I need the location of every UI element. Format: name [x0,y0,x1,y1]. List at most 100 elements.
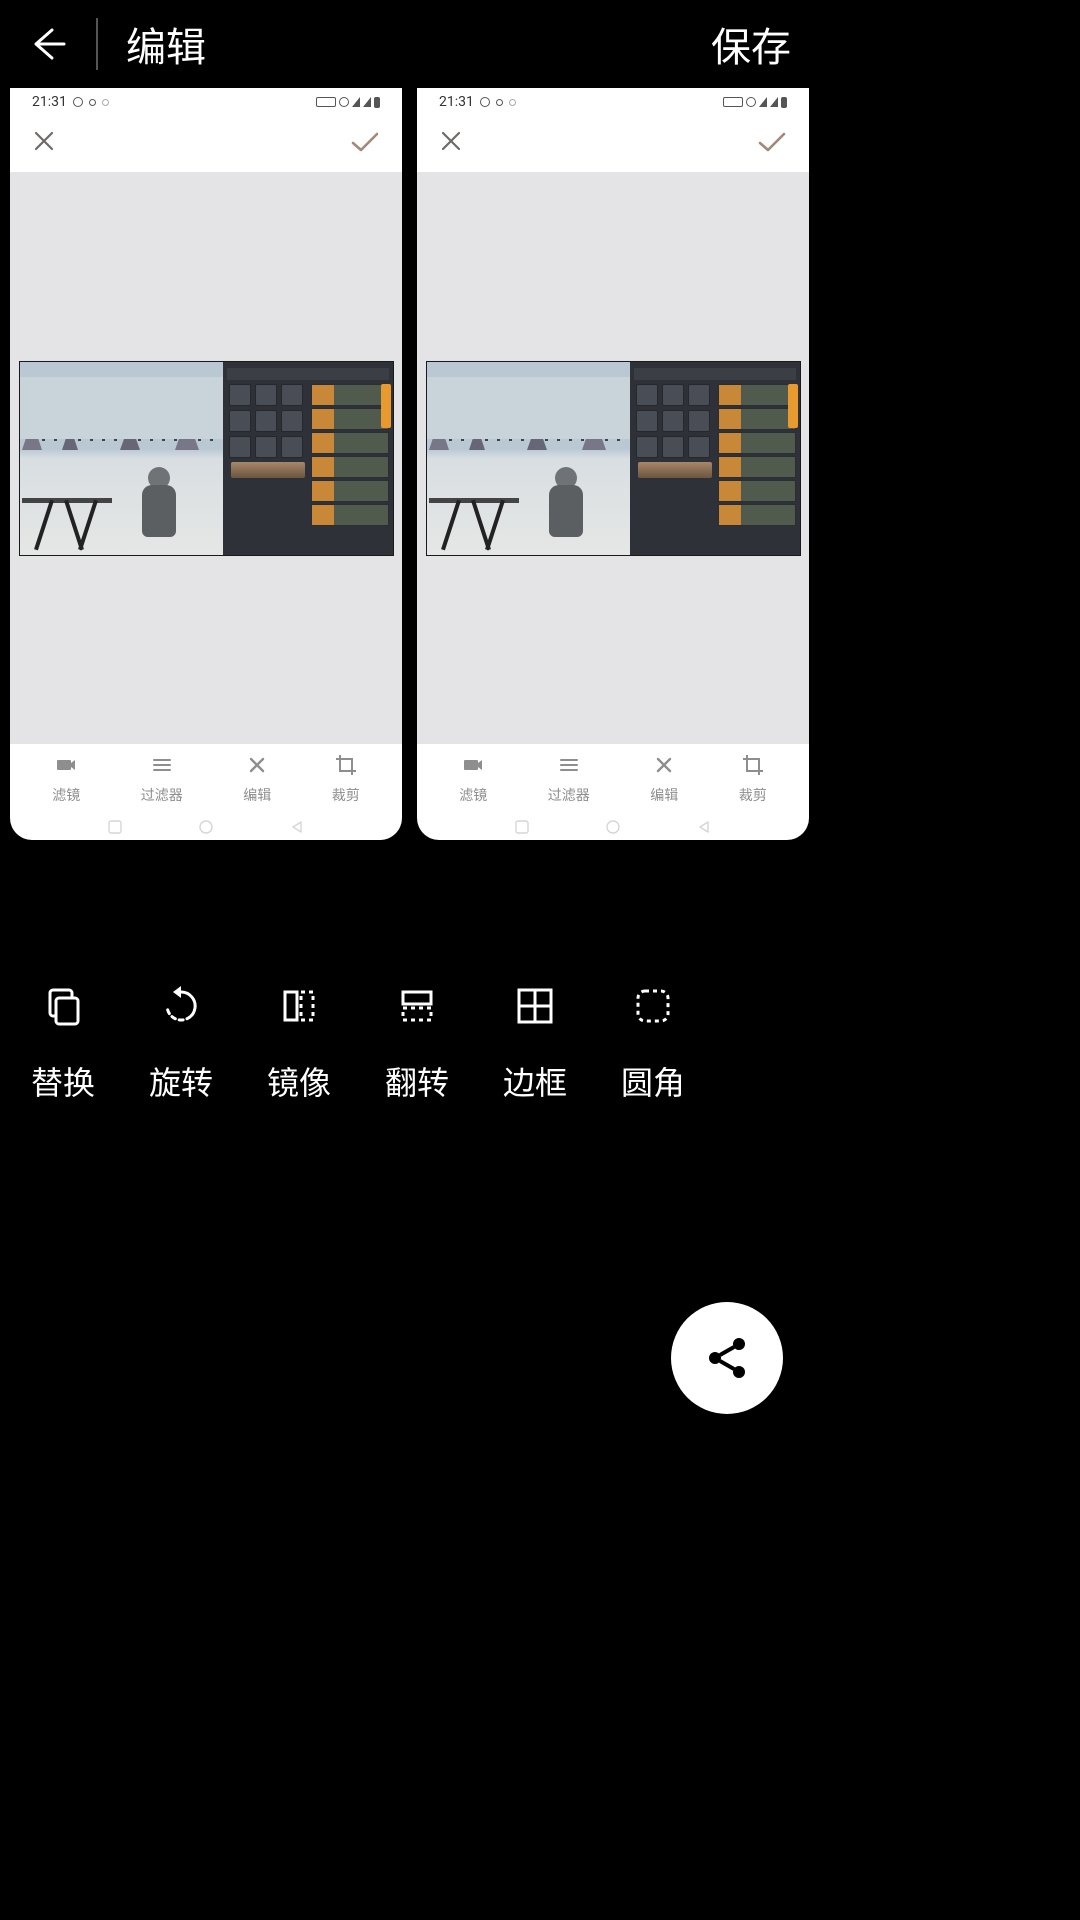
rotate-icon [159,984,203,1028]
signal-icon [770,97,778,107]
alarm-icon [746,97,756,107]
badge-icon [316,97,336,107]
edit-cross-icon [245,753,269,777]
inner-top-bar [10,116,402,172]
inner-tool-label: 滤镜 [52,785,80,805]
inner-status-bar: 21:31 [417,88,809,116]
arrow-left-icon [28,24,68,64]
tool-label: 边框 [503,1058,567,1104]
inner-tool-label: 裁剪 [739,785,767,805]
inner-top-bar [417,116,809,172]
tool-round[interactable]: 圆角 [594,984,712,1104]
tool-label: 翻转 [385,1058,449,1104]
bubble-icon [73,97,83,107]
tool-flip[interactable]: 翻转 [358,984,476,1104]
inner-tool-label: 编辑 [243,785,271,805]
close-icon [439,129,463,153]
inner-tool-filter[interactable]: 滤镜 [459,753,487,805]
back-button[interactable] [28,24,68,64]
inner-toolbar: 滤镜 过滤器 编辑 裁剪 [10,744,402,814]
inner-toolbar: 滤镜 过滤器 编辑 裁剪 [417,744,809,814]
edit-toolbar: 替换 旋转 镜像 翻转 边框 圆角 [0,984,819,1104]
tool-border[interactable]: 边框 [476,984,594,1104]
battery-icon [781,97,787,108]
replace-icon [41,984,85,1028]
tool-label: 旋转 [149,1058,213,1104]
inner-tool-label: 编辑 [650,785,678,805]
inner-confirm-button[interactable] [757,130,787,158]
cloud-icon [496,99,503,106]
bubble-icon [480,97,490,107]
game-scene [20,362,225,555]
tool-rotate[interactable]: 旋转 [122,984,240,1104]
filter-lens-icon [461,753,485,777]
inner-tool-filters[interactable]: 过滤器 [548,753,590,805]
badge-icon [723,97,743,107]
inner-tool-label: 裁剪 [332,785,360,805]
game-inventory [630,362,800,555]
square-nav-icon [107,819,123,835]
crop-icon [334,753,358,777]
page-title: 编辑 [126,15,206,73]
inner-confirm-button[interactable] [350,130,380,158]
tool-replace[interactable]: 替换 [4,984,122,1104]
header-divider [96,18,98,70]
inner-tool-label: 过滤器 [548,785,590,805]
triangle-nav-icon [289,819,305,835]
tool-label: 替换 [31,1058,95,1104]
inner-tool-crop[interactable]: 裁剪 [332,753,360,805]
inner-tool-edit[interactable]: 编辑 [650,753,678,805]
wifi-icon [352,97,360,107]
list-icon [557,753,581,777]
signal-icon [363,97,371,107]
inner-close-button[interactable] [439,129,463,160]
circle-nav-icon [198,819,214,835]
list-icon [150,753,174,777]
save-button[interactable]: 保存 [711,15,791,73]
inner-nav-bar [417,814,809,840]
inner-status-bar: 21:31 [10,88,402,116]
share-icon [701,1332,753,1384]
close-icon [32,129,56,153]
inner-tool-filters[interactable]: 过滤器 [141,753,183,805]
inner-close-button[interactable] [32,129,56,160]
inner-canvas [10,172,402,744]
preview-area: 21:31 [0,88,819,844]
inner-tool-label: 过滤器 [141,785,183,805]
filter-lens-icon [54,753,78,777]
preview-card[interactable]: 21:31 [417,88,809,840]
game-inventory [223,362,393,555]
inner-time: 21:31 [32,94,67,110]
preview-card[interactable]: 21:31 [10,88,402,840]
tool-label: 镜像 [267,1058,331,1104]
cloud-icon [89,99,96,106]
game-screenshot [19,361,394,556]
inner-time: 21:31 [439,94,474,110]
header-bar: 编辑 保存 [0,0,819,88]
triangle-nav-icon [696,819,712,835]
battery-icon [374,97,380,108]
cloud-icon [102,99,109,106]
round-corners-icon [631,984,675,1028]
inner-tool-crop[interactable]: 裁剪 [739,753,767,805]
wifi-icon [759,97,767,107]
share-fab[interactable] [671,1302,783,1414]
game-scene [427,362,632,555]
check-icon [350,130,380,154]
square-nav-icon [514,819,530,835]
circle-nav-icon [605,819,621,835]
inner-tool-edit[interactable]: 编辑 [243,753,271,805]
alarm-icon [339,97,349,107]
edit-cross-icon [652,753,676,777]
tool-label: 圆角 [621,1058,685,1104]
inner-canvas [417,172,809,744]
flip-icon [395,984,439,1028]
inner-nav-bar [10,814,402,840]
inner-tool-label: 滤镜 [459,785,487,805]
game-screenshot [426,361,801,556]
crop-icon [741,753,765,777]
mirror-icon [277,984,321,1028]
check-icon [757,130,787,154]
tool-mirror[interactable]: 镜像 [240,984,358,1104]
inner-tool-filter[interactable]: 滤镜 [52,753,80,805]
